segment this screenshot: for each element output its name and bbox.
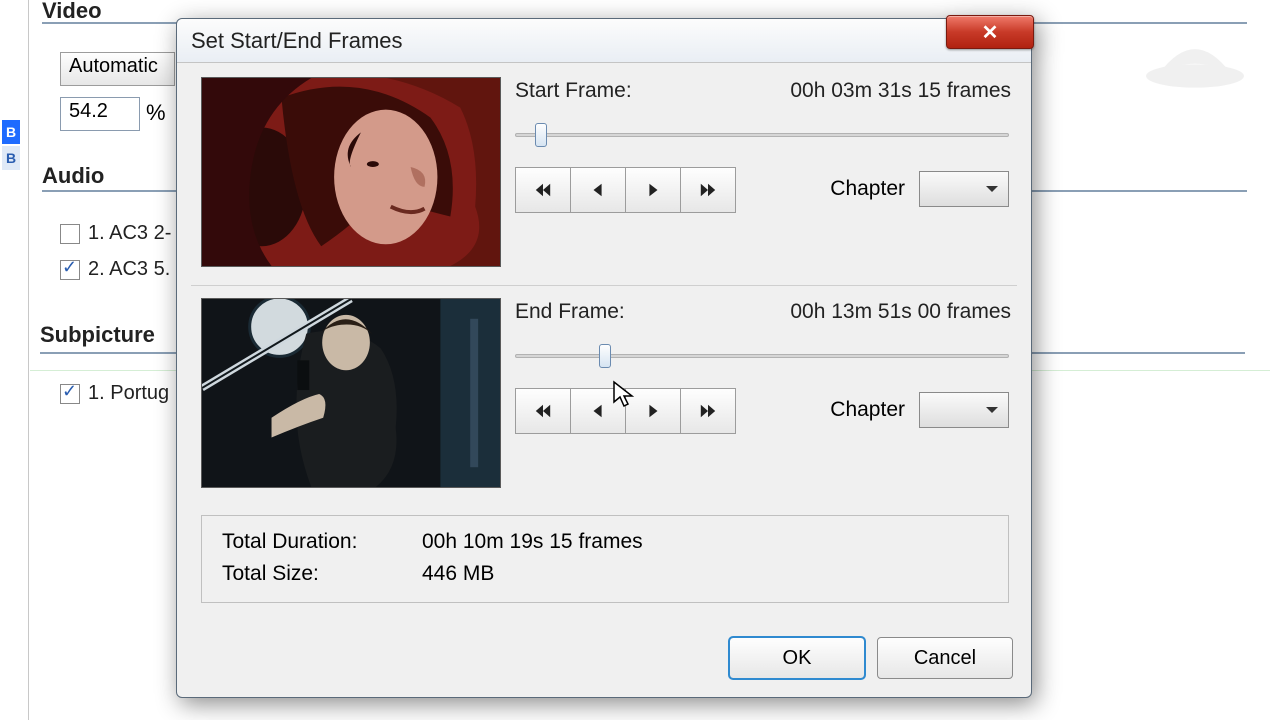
start-chapter-label: Chapter — [830, 177, 905, 201]
slider-thumb[interactable] — [535, 123, 547, 147]
cancel-button[interactable]: Cancel — [877, 637, 1013, 679]
audio-section-header: Audio — [42, 163, 104, 189]
end-fast-forward-button[interactable] — [680, 388, 736, 434]
audio-item-1-checkbox[interactable] — [60, 224, 80, 244]
audio-item-2-checkbox[interactable] — [60, 260, 80, 280]
subpicture-item-1-checkbox[interactable] — [60, 384, 80, 404]
start-step-back-button[interactable] — [570, 167, 626, 213]
start-frame-slider[interactable] — [515, 123, 1009, 147]
fast-rewind-icon — [534, 181, 552, 199]
close-icon: ✕ — [982, 20, 999, 45]
end-frame-row: End Frame: 00h 13m 51s 00 frames Chapter — [189, 294, 1019, 504]
percent-input[interactable]: 54.2 — [60, 97, 140, 131]
percent-label: % — [146, 100, 166, 126]
end-chapter-label: Chapter — [830, 398, 905, 422]
start-fast-rewind-button[interactable] — [515, 167, 571, 213]
subpicture-item-1-label: 1. Portug — [88, 382, 169, 405]
watermark-logo — [1130, 20, 1260, 90]
fast-forward-icon — [699, 402, 717, 420]
close-button[interactable]: ✕ — [946, 15, 1034, 49]
divider — [191, 285, 1017, 286]
total-size-value: 446 MB — [422, 558, 494, 590]
totals-panel: Total Duration: 00h 10m 19s 15 frames To… — [201, 515, 1009, 603]
end-play-button[interactable] — [625, 388, 681, 434]
end-frame-value: 00h 13m 51s 00 frames — [790, 300, 1011, 324]
dialog-titlebar[interactable]: Set Start/End Frames — [177, 19, 1031, 63]
start-frame-row: Start Frame: 00h 03m 31s 15 frames Chapt… — [189, 73, 1019, 283]
ok-button[interactable]: OK — [729, 637, 865, 679]
slider-thumb[interactable] — [599, 344, 611, 368]
audio-item-2-label: 2. AC3 5. — [88, 258, 170, 281]
end-frame-thumbnail — [201, 298, 501, 488]
start-fast-forward-button[interactable] — [680, 167, 736, 213]
set-frames-dialog: Set Start/End Frames ✕ — [176, 18, 1032, 698]
step-back-icon — [589, 181, 607, 199]
play-icon — [644, 181, 662, 199]
start-frame-thumbnail — [201, 77, 501, 267]
end-step-back-button[interactable] — [570, 388, 626, 434]
dialog-title: Set Start/End Frames — [191, 28, 403, 54]
end-frame-label: End Frame: — [515, 300, 625, 324]
badge-b-inactive: B — [2, 146, 20, 170]
fast-forward-icon — [699, 181, 717, 199]
total-duration-label: Total Duration: — [222, 526, 422, 558]
mode-dropdown[interactable]: Automatic — [60, 52, 175, 86]
start-chapter-dropdown[interactable] — [919, 171, 1009, 207]
end-frame-slider[interactable] — [515, 344, 1009, 368]
step-back-icon — [589, 402, 607, 420]
start-frame-value: 00h 03m 31s 15 frames — [790, 79, 1011, 103]
end-fast-rewind-button[interactable] — [515, 388, 571, 434]
audio-item-1-label: 1. AC3 2- — [88, 222, 171, 245]
start-play-button[interactable] — [625, 167, 681, 213]
video-section-header: Video — [42, 0, 102, 24]
total-duration-value: 00h 10m 19s 15 frames — [422, 526, 643, 558]
end-chapter-dropdown[interactable] — [919, 392, 1009, 428]
fast-rewind-icon — [534, 402, 552, 420]
total-size-label: Total Size: — [222, 558, 422, 590]
start-frame-label: Start Frame: — [515, 79, 632, 103]
badge-b-active: B — [2, 120, 20, 144]
subpicture-section-header: Subpicture — [40, 322, 155, 348]
play-icon — [644, 402, 662, 420]
